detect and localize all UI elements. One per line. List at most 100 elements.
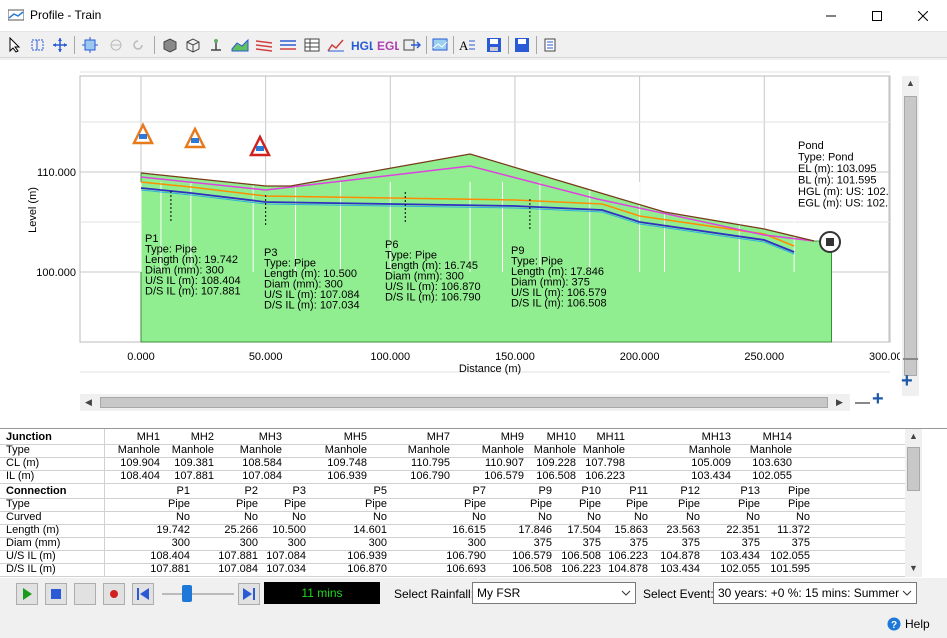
select-pointer-icon[interactable] (5, 35, 25, 55)
connection-header-row[interactable]: Connection P1 P2 P3 P5 P7 P9 P10 P11 P12 P13 Pipe (0, 485, 905, 498)
chart-horizontal-scrollbar[interactable]: ◀ ▶ (80, 394, 850, 411)
table-cell: No (685, 511, 700, 523)
table-cell: MH2 (190, 431, 214, 443)
label-column-divider (104, 429, 105, 577)
image-icon[interactable] (430, 35, 450, 55)
levels-icon[interactable] (278, 35, 298, 55)
row-divider (0, 576, 905, 577)
pipes-icon[interactable] (254, 35, 274, 55)
table-cell: 300 (287, 537, 306, 549)
table-cell: 375 (681, 537, 700, 549)
svg-text:?: ? (891, 620, 897, 631)
record-button[interactable] (103, 583, 125, 605)
zoom-extents-icon[interactable] (80, 35, 100, 55)
junction-row[interactable]: Type Manhole Manhole Manhole Manhole Manhole M… (0, 444, 905, 457)
export-icon[interactable] (402, 35, 422, 55)
time-slider[interactable] (162, 583, 234, 605)
table-cell: P7 (472, 485, 486, 497)
junction-row[interactable]: CL (m) 109.904 109.381 108.584 109.748 110.79… (0, 457, 905, 470)
scroll-left-icon[interactable]: ◀ (85, 397, 92, 408)
pipe-label-ds: D/S IL (m): 107.881 (145, 286, 241, 298)
minimize-button[interactable] (808, 0, 854, 31)
table-cell: 108.404 (120, 470, 160, 482)
chart-icon[interactable] (326, 35, 346, 55)
ground-icon[interactable] (230, 35, 250, 55)
table-cell: MH1 (136, 431, 160, 443)
table-cell: Manhole (324, 444, 367, 456)
grid-scroll-up-icon[interactable]: ▲ (909, 431, 918, 441)
table-cell: 107.881 (150, 563, 190, 575)
skip-start-button[interactable] (132, 583, 154, 605)
play-button[interactable] (16, 583, 38, 605)
row-label: U/S IL (m) (6, 550, 56, 562)
table-icon[interactable] (302, 35, 322, 55)
x-tick-label: 100.000 (370, 351, 410, 363)
table-cell: 108.404 (150, 550, 190, 562)
toolbar: HGL EGL A (0, 32, 947, 58)
pond-label-line: EL (m): 103.095 (798, 163, 876, 175)
connection-row[interactable]: U/S IL (m) 108.404 107.881 107.084 106.939 10… (0, 550, 905, 563)
grid-vscroll-thumb[interactable] (907, 447, 920, 491)
hgl-icon[interactable]: HGL (350, 35, 374, 55)
node-icon[interactable] (206, 35, 226, 55)
refresh-icon[interactable] (128, 35, 148, 55)
table-cell: 300 (171, 537, 190, 549)
time-slider-thumb[interactable] (182, 585, 192, 602)
3d-box-icon[interactable] (160, 35, 180, 55)
table-cell: 102.055 (770, 550, 810, 562)
skip-end-button[interactable] (238, 583, 260, 605)
font-icon[interactable]: A (458, 35, 478, 55)
connection-row[interactable]: D/S IL (m) 107.881 107.084 107.034 106.870 10… (0, 563, 905, 576)
options-icon[interactable] (540, 35, 560, 55)
grid-vertical-scrollbar[interactable]: ▲ ▼ (905, 429, 922, 577)
stop-button[interactable] (45, 583, 67, 605)
connection-row[interactable]: Type Pipe Pipe Pipe Pipe Pipe Pipe Pipe Pipe Pipe… (0, 498, 905, 511)
table-cell: 109.904 (120, 457, 160, 469)
table-cell: 106.579 (484, 470, 524, 482)
grid-scroll-down-icon[interactable]: ▼ (909, 563, 918, 573)
pond-label-line: HGL (m): US: 102. (798, 186, 889, 198)
junction-row[interactable]: IL (m) 108.404 107.881 107.084 106.939 106.79… (0, 470, 905, 483)
flood-warning-water (256, 146, 264, 151)
h-zoom-out-icon[interactable] (855, 402, 870, 404)
previous-icon[interactable] (106, 35, 126, 55)
junction-header-row[interactable]: Junction MH1 MH2 MH3 MH5 MH7 MH9 MH10 MH11 MH13 MH… (0, 431, 905, 444)
save-as-icon[interactable] (512, 35, 532, 55)
connection-row[interactable]: Length (m) 19.742 25.266 10.500 14.601 16.615… (0, 524, 905, 537)
chart-hscroll-thumb[interactable] (100, 397, 828, 408)
scroll-up-icon[interactable]: ▲ (906, 78, 915, 88)
table-cell: 105.009 (691, 457, 731, 469)
zoom-in-icon[interactable]: + (901, 371, 913, 391)
chart-vscroll-thumb[interactable] (904, 96, 917, 376)
maximize-button[interactable] (854, 0, 900, 31)
save-icon[interactable] (484, 35, 504, 55)
x-tick-label: 50.000 (249, 351, 283, 363)
egl-icon[interactable]: EGL (376, 35, 400, 55)
connection-row[interactable]: Diam (mm) 300 300 300 300 300 375 375 375 375 375 3… (0, 537, 905, 550)
table-cell: 107.798 (585, 457, 625, 469)
help-link[interactable]: ? Help (887, 617, 930, 631)
rainfall-select[interactable]: My FSR (472, 582, 636, 604)
pond-label-line: Pond (798, 140, 824, 152)
row-label: CL (m) (6, 457, 40, 469)
table-cell: 106.790 (446, 550, 486, 562)
table-cell: Manhole (117, 444, 160, 456)
table-cell: Pipe (787, 498, 810, 510)
close-button[interactable] (900, 0, 946, 31)
chart-vertical-scrollbar[interactable]: ▲ (902, 76, 919, 396)
pan-icon[interactable] (50, 35, 70, 55)
event-select[interactable]: 30 years: +0 %: 15 mins: Summer (713, 582, 917, 604)
rainfall-select-value: My FSR (477, 586, 521, 600)
blank-button[interactable] (74, 583, 96, 605)
table-cell: 106.939 (327, 470, 367, 482)
pond-label-line: Type: Pond (798, 152, 854, 164)
table-cell: 102.055 (752, 470, 792, 482)
scroll-right-icon[interactable]: ▶ (836, 397, 843, 408)
zoom-window-icon[interactable] (28, 35, 48, 55)
table-cell: 104.878 (660, 550, 700, 562)
h-zoom-in-icon[interactable]: + (872, 389, 884, 409)
connection-row[interactable]: Curved No No No No No No No No No No No (0, 511, 905, 524)
table-cell: 106.790 (410, 470, 450, 482)
zoom-out-icon[interactable] (903, 358, 918, 360)
wireframe-icon[interactable] (183, 35, 203, 55)
